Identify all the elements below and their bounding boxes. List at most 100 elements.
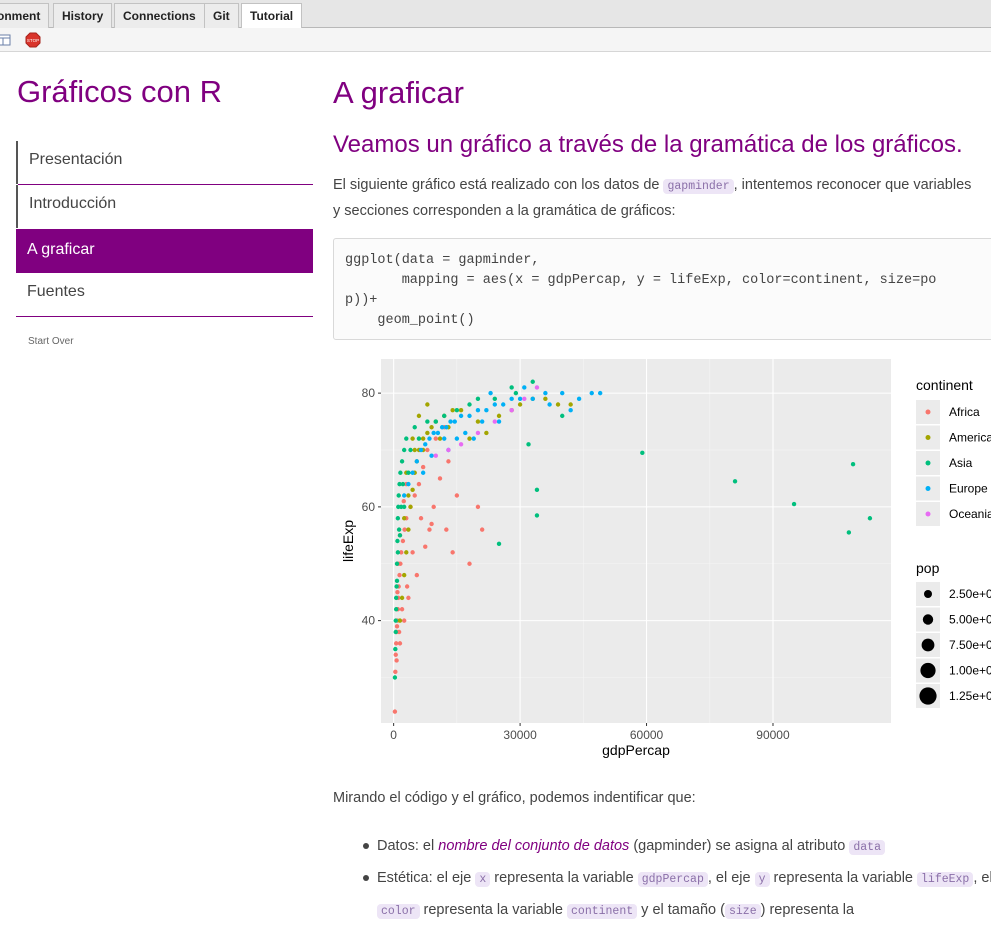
data-point-americas: [406, 493, 411, 498]
data-point-africa: [401, 618, 407, 623]
toc-item-a-graficar[interactable]: A graficar: [16, 229, 313, 273]
y-tick-label: 40: [362, 614, 376, 628]
data-point-europe: [401, 493, 407, 498]
legend-label-asia: Asia: [949, 456, 973, 470]
tab-environment[interactable]: onment: [0, 3, 50, 28]
data-point-africa: [425, 447, 430, 453]
pane-tab-bar: onment History Connections Git Tutorial: [0, 0, 991, 29]
x-tick-label: 90000: [756, 728, 790, 742]
data-point-europe: [458, 413, 464, 419]
data-point-americas: [475, 419, 481, 424]
data-point-asia: [454, 407, 460, 413]
data-point-africa: [467, 561, 472, 566]
data-point-asia: [395, 550, 401, 555]
inline-code: lifeExp: [917, 872, 974, 887]
legend-label-size: 1.25e+09: [949, 689, 991, 703]
data-point-europe: [488, 390, 493, 396]
data-point-europe: [471, 436, 476, 441]
data-point-asia: [398, 470, 403, 475]
page-title: A graficar: [333, 75, 464, 110]
legend-title-pop: pop: [916, 560, 940, 576]
start-over-link[interactable]: Start Over: [28, 336, 74, 347]
data-point-africa: [420, 464, 426, 470]
data-point-oceania: [475, 430, 481, 436]
tab-git[interactable]: Git: [204, 3, 239, 28]
data-point-europe: [547, 402, 552, 407]
pane-layout-icon[interactable]: [0, 33, 12, 47]
inline-code: color: [377, 904, 420, 919]
x-axis-label: gdpPercap: [602, 742, 670, 758]
bullet-text: representa la variable: [419, 902, 568, 918]
data-point-europe: [496, 419, 502, 424]
data-point-asia: [406, 470, 411, 475]
data-point-asia: [393, 646, 398, 652]
tab-tutorial[interactable]: Tutorial: [241, 3, 303, 29]
data-point-americas: [484, 430, 489, 436]
data-point-africa: [433, 436, 438, 441]
data-point-asia: [394, 584, 399, 589]
data-point-americas: [425, 402, 430, 407]
legend-key-asia: [925, 460, 931, 466]
data-point-americas: [568, 402, 573, 407]
intro-paragraph: El siguiente gráfico está realizado con …: [333, 172, 973, 224]
data-point-oceania: [534, 385, 540, 390]
data-point-africa: [446, 459, 451, 464]
code-line: mapping = aes(x = gdpPercap, y = lifeExp…: [345, 273, 937, 288]
plot-panel: [381, 359, 891, 723]
data-point-europe: [454, 436, 460, 441]
data-point-africa: [397, 641, 403, 646]
data-point-africa: [410, 550, 415, 555]
data-point-americas: [401, 572, 407, 578]
legend-key-size: [920, 662, 936, 679]
intro-text: El siguiente gráfico está realizado con …: [333, 177, 664, 193]
data-point-americas: [406, 527, 411, 532]
data-point-europe: [467, 413, 472, 419]
toc-item-fuentes[interactable]: Fuentes: [16, 273, 313, 317]
inline-code: gdpPercap: [637, 872, 708, 887]
data-point-oceania: [492, 419, 498, 424]
code-line: ggplot(data = gapminder,: [345, 253, 540, 268]
x-tick-label: 0: [390, 728, 397, 742]
data-point-africa: [427, 527, 432, 532]
data-point-americas: [425, 430, 430, 436]
data-point-asia: [401, 504, 407, 510]
after-plot-paragraph: Mirando el código y el gráfico, podemos …: [333, 790, 696, 806]
legend-label-size: 1.00e+09: [949, 664, 991, 678]
y-tick-label: 80: [362, 386, 376, 400]
data-point-asia: [509, 385, 514, 390]
toc-item-presentacion[interactable]: Presentación: [16, 141, 313, 185]
toc-item-introduccion[interactable]: Introducción: [16, 185, 313, 228]
data-point-europe: [597, 390, 603, 396]
data-point-americas: [399, 595, 405, 601]
data-point-africa: [399, 607, 405, 612]
tab-connections[interactable]: Connections: [114, 3, 205, 28]
tab-history[interactable]: History: [53, 3, 113, 28]
data-point-americas: [437, 436, 443, 441]
x-tick-label: 60000: [630, 728, 664, 742]
data-point-asia: [791, 501, 797, 507]
data-point-africa: [431, 504, 436, 510]
data-point-europe: [479, 419, 485, 424]
data-point-africa: [437, 476, 443, 481]
inline-code: data: [849, 840, 885, 855]
data-point-asia: [560, 413, 565, 419]
stop-icon-text: STOP: [27, 38, 39, 43]
data-point-africa: [423, 544, 428, 549]
inline-code: size: [724, 904, 761, 919]
tab-label: Tutorial: [250, 9, 294, 23]
data-point-americas: [420, 436, 426, 441]
data-point-asia: [412, 425, 417, 430]
data-point-americas: [496, 413, 502, 419]
data-point-americas: [458, 407, 464, 413]
data-point-asia: [393, 618, 398, 623]
data-point-asia: [475, 396, 481, 402]
toc-item-label: Fuentes: [27, 283, 85, 300]
data-point-europe: [509, 396, 514, 402]
code-block: ggplot(data = gapminder, mapping = aes(x…: [333, 238, 991, 340]
bullet-text: y el tamaño (: [637, 902, 725, 918]
legend-label-americas: Americas: [949, 431, 991, 445]
stop-icon[interactable]: STOP: [25, 32, 41, 48]
bullet-text: Datos: el: [377, 838, 439, 854]
data-point-africa: [395, 589, 400, 595]
data-point-africa: [402, 527, 407, 532]
